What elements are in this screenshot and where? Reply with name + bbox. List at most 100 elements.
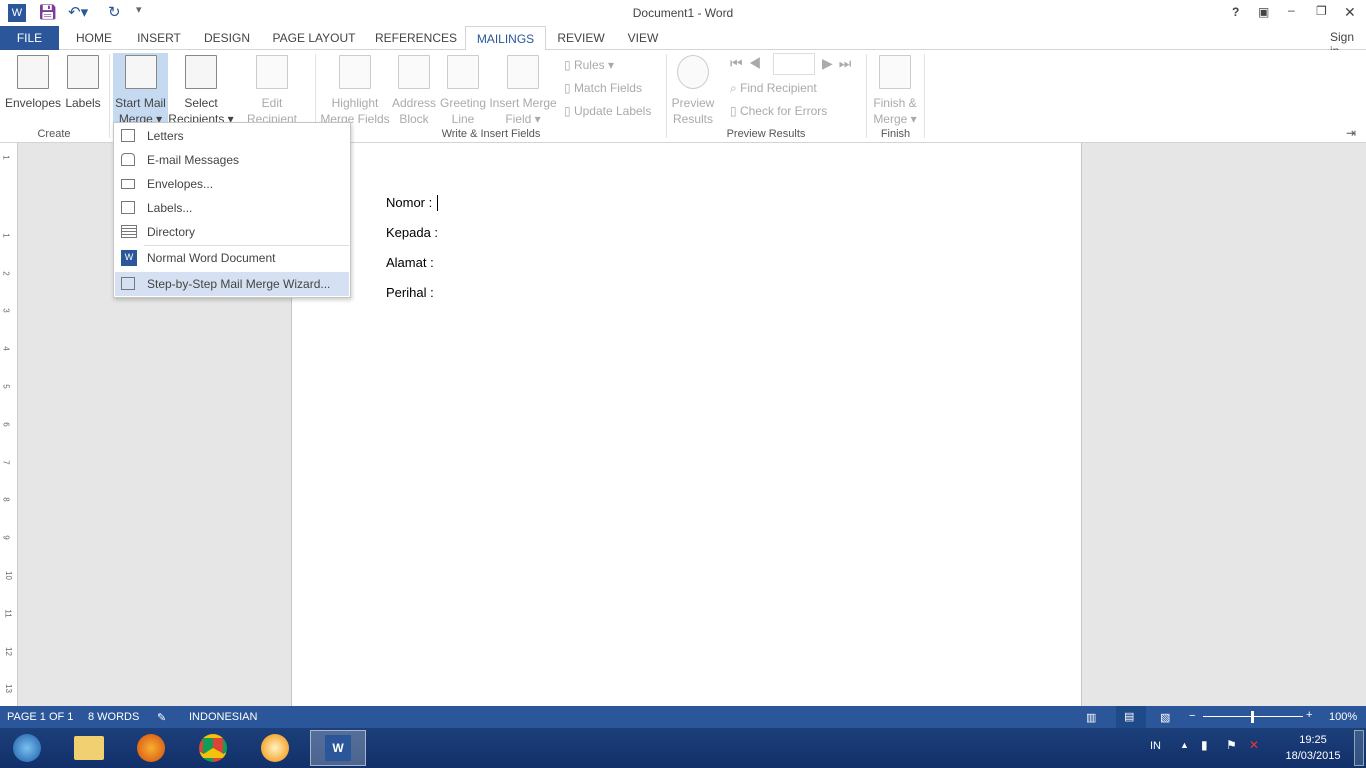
web-layout-icon[interactable]: ▧ xyxy=(1160,711,1170,724)
show-hidden-icons[interactable]: ▲ xyxy=(1180,740,1189,750)
minimize-icon[interactable]: – xyxy=(1288,3,1295,17)
tab-file[interactable]: FILE xyxy=(0,26,59,50)
ruler-number: 10 xyxy=(3,571,13,580)
zoom-slider-thumb[interactable] xyxy=(1251,711,1254,723)
mail-merge-icon xyxy=(124,55,157,89)
pin-ribbon-icon[interactable]: ⇥ xyxy=(1346,126,1356,140)
wizard-icon xyxy=(121,277,135,290)
power-icon[interactable]: ▮ xyxy=(1201,738,1208,752)
finish-merge-button[interactable]: Finish & Merge ▾ xyxy=(870,53,920,127)
proofing-icon[interactable]: ✎ xyxy=(157,711,166,724)
envelope-icon xyxy=(17,55,49,89)
text-cursor xyxy=(437,195,438,211)
match-fields-button[interactable]: ▯ Match Fields xyxy=(564,81,642,95)
menu-item-envelopes[interactable]: Envelopes... xyxy=(115,172,349,196)
input-language[interactable]: IN xyxy=(1150,740,1161,752)
ruler-number: 5 xyxy=(1,384,11,389)
divider xyxy=(924,54,925,138)
zoom-in-button[interactable]: + xyxy=(1306,709,1312,721)
start-mail-merge-button[interactable]: Start Mail Merge ▾ xyxy=(113,53,168,126)
first-record-icon[interactable]: ⏮ xyxy=(730,55,749,71)
rules-button[interactable]: ▯ Rules ▾ xyxy=(564,58,614,72)
zoom-level[interactable]: 100% xyxy=(1329,711,1357,723)
close-icon[interactable]: ✕ xyxy=(1344,4,1356,21)
address-block-button[interactable]: Address Block xyxy=(391,53,437,127)
show-desktop-button[interactable] xyxy=(1354,730,1364,766)
clock-date[interactable]: 18/03/2015 xyxy=(1280,750,1346,762)
tab-page-layout[interactable]: PAGE LAYOUT xyxy=(266,26,362,50)
window-title: Document1 - Word xyxy=(632,6,734,20)
update-labels-button[interactable]: ▯ Update Labels xyxy=(564,104,651,118)
word-count[interactable]: 8 WORDS xyxy=(88,711,139,723)
label: Step-by-Step Mail Merge Wizard... xyxy=(147,277,331,291)
email-icon xyxy=(121,153,135,166)
language[interactable]: INDONESIAN xyxy=(189,711,257,723)
start-button[interactable] xyxy=(2,730,52,766)
document-line[interactable]: Nomor : xyxy=(386,195,432,210)
tab-mailings[interactable]: MAILINGS xyxy=(465,26,546,51)
taskbar-media-player[interactable] xyxy=(250,730,300,766)
document-line[interactable]: Alamat : xyxy=(386,255,434,270)
taskbar: W IN ▲ ▮ ⚑ ✕ 19:25 18/03/2015 xyxy=(0,728,1366,768)
last-record-icon[interactable]: ⏭ xyxy=(839,55,858,71)
read-mode-icon[interactable]: ▥ xyxy=(1086,711,1096,724)
tab-insert[interactable]: INSERT xyxy=(130,26,188,50)
previous-record-icon[interactable]: ◀ xyxy=(749,55,768,71)
taskbar-chrome[interactable] xyxy=(188,730,238,766)
print-layout-icon[interactable]: ▤ xyxy=(1116,706,1146,728)
word-icon: W xyxy=(121,250,137,266)
tab-review[interactable]: REVIEW xyxy=(552,26,610,50)
label: Rules ▾ xyxy=(573,58,614,72)
record-navigation-next: ▶⏭ xyxy=(822,55,857,72)
ruler-number: 1 xyxy=(1,233,11,238)
network-icon[interactable]: ✕ xyxy=(1249,738,1259,752)
menu-item-mail-merge-wizard[interactable]: Step-by-Step Mail Merge Wizard... xyxy=(115,272,349,296)
ribbon-tabs: FILE HOME INSERT DESIGN PAGE LAYOUT REFE… xyxy=(0,26,1366,58)
tab-home[interactable]: HOME xyxy=(66,26,122,50)
restore-icon[interactable]: ❐ xyxy=(1316,4,1327,18)
label: Finish & xyxy=(873,96,917,110)
group-preview-label: Preview Results xyxy=(726,128,806,140)
ruler-number: 7 xyxy=(1,459,11,465)
start-mail-merge-menu: Letters E-mail Messages Envelopes... Lab… xyxy=(113,122,351,298)
directory-icon xyxy=(121,225,137,238)
check-for-errors-button[interactable]: ▯ Check for Errors xyxy=(730,104,827,118)
next-record-icon[interactable]: ▶ xyxy=(822,55,839,71)
ruler-number: 9 xyxy=(1,535,11,540)
record-number-input[interactable] xyxy=(773,53,815,75)
label: Normal Word Document xyxy=(147,251,276,265)
help-button[interactable]: ? xyxy=(1232,5,1239,19)
labels-icon xyxy=(67,55,99,89)
envelopes-button[interactable]: Envelopes xyxy=(4,53,62,111)
taskbar-word[interactable]: W xyxy=(310,730,366,766)
insert-merge-field-button[interactable]: Insert Merge Field ▾ xyxy=(488,53,558,127)
zoom-out-button[interactable]: − xyxy=(1189,710,1195,722)
document-line[interactable]: Kepada : xyxy=(386,225,438,240)
firefox-icon xyxy=(137,734,165,762)
ruler-number: 12 xyxy=(3,646,13,656)
clock-time[interactable]: 19:25 xyxy=(1280,734,1346,746)
menu-item-email-messages[interactable]: E-mail Messages xyxy=(115,148,349,172)
action-center-flag-icon[interactable]: ⚑ xyxy=(1226,738,1237,752)
tab-view[interactable]: VIEW xyxy=(620,26,666,50)
recipients-icon xyxy=(185,55,217,89)
find-recipient-button[interactable]: ⌕ Find Recipient xyxy=(730,81,817,96)
menu-item-letters[interactable]: Letters xyxy=(115,124,349,148)
menu-item-labels[interactable]: Labels... xyxy=(115,196,349,220)
labels-button[interactable]: Labels xyxy=(62,53,104,111)
document-line[interactable]: Perihal : xyxy=(386,285,434,300)
tab-design[interactable]: DESIGN xyxy=(198,26,256,50)
ruler-number: 13 xyxy=(3,684,13,694)
highlight-merge-fields-button[interactable]: Highlight Merge Fields xyxy=(320,53,390,127)
taskbar-explorer[interactable] xyxy=(64,730,114,766)
preview-results-button[interactable]: Preview Results xyxy=(670,53,716,127)
ribbon-display-options-icon[interactable]: ▣ xyxy=(1258,5,1269,19)
page-count[interactable]: PAGE 1 OF 1 xyxy=(7,711,73,723)
greeting-line-button[interactable]: Greeting Line xyxy=(438,53,488,127)
menu-item-directory[interactable]: Directory xyxy=(115,220,349,244)
taskbar-firefox[interactable] xyxy=(126,730,176,766)
select-recipients-button[interactable]: Select Recipients ▾ xyxy=(168,53,234,127)
ruler-number: 1 xyxy=(1,155,11,160)
menu-item-normal-word-document[interactable]: W Normal Word Document xyxy=(115,246,349,270)
tab-references[interactable]: REFERENCES xyxy=(372,26,460,50)
